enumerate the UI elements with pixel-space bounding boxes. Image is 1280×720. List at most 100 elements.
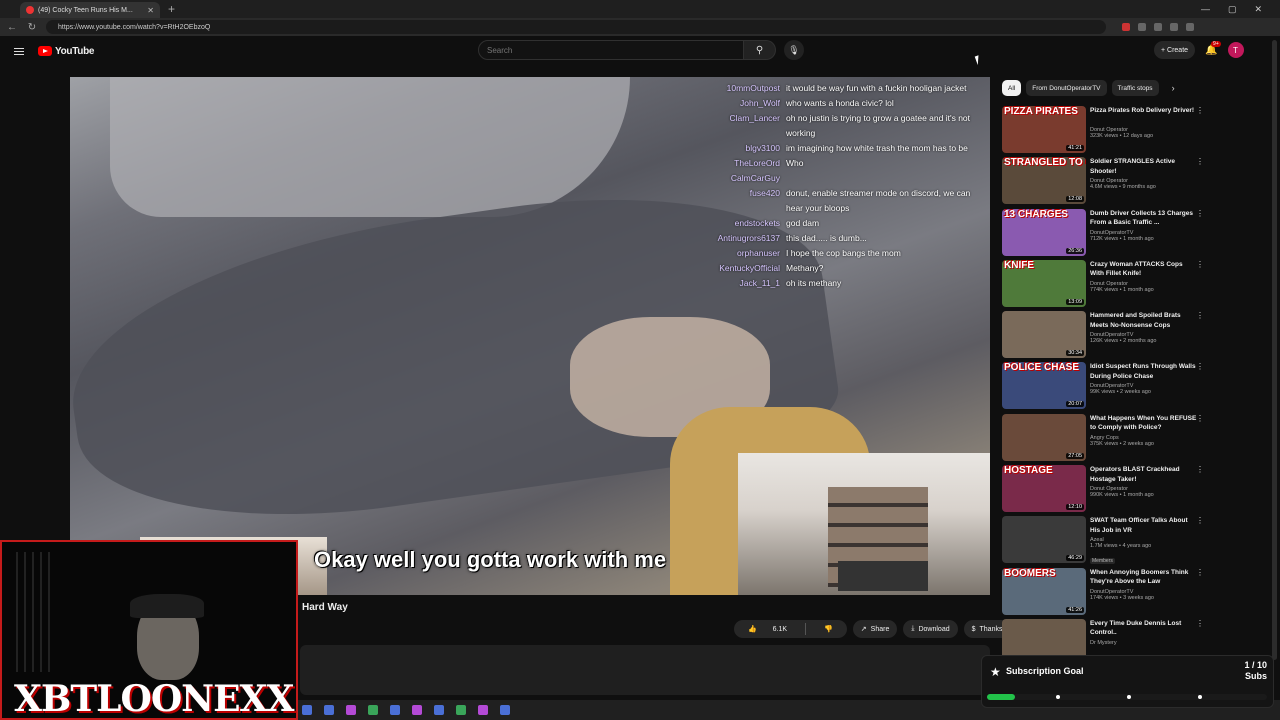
recommendation-item[interactable]: 27:05 What Happens When You REFUSE to Com… [1002,413,1208,465]
browser-tabbar: (49) Cocky Teen Runs His M... ✕ + — ▢ ✕ [0,0,1280,18]
video-frame-car [110,77,630,217]
recommendation-info: SWAT Team Officer Talks About His Job in… [1090,516,1198,567]
video-thumbnail[interactable]: 13 CHARGES 26:36 [1002,208,1086,256]
more-options-icon[interactable]: ⋮ [1196,260,1204,269]
more-options-icon[interactable]: ⋮ [1196,414,1204,423]
recommendation-item[interactable]: HOSTAGE 12:10 Operators BLAST Crackhead Ho… [1002,465,1208,516]
video-thumbnail[interactable]: 30:34 [1002,311,1086,359]
recommendation-title[interactable]: Crazy Woman ATTACKS Cops With Fillet Kni… [1090,260,1198,279]
recommendation-title[interactable]: Every Time Duke Dennis Lost Control.. [1090,619,1198,638]
taskbar-app-icon[interactable] [390,705,400,715]
more-options-icon[interactable]: ⋮ [1196,362,1204,371]
taskbar-app-icon[interactable] [456,705,466,715]
recommendation-title[interactable]: Idiot Suspect Runs Through Walls During … [1090,362,1198,381]
video-thumbnail[interactable]: HOSTAGE 12:10 [1002,465,1086,513]
thumbs-up-icon: 👍 [748,626,757,633]
recommendation-title[interactable]: What Happens When You REFUSE to Comply w… [1090,414,1198,433]
recommendation-title[interactable]: Hammered and Spoiled Brats Meets No-Nons… [1090,311,1198,330]
recommendation-title[interactable]: Pizza Pirates Rob Delivery Driver! [1090,106,1198,125]
recommendation-item[interactable]: 46:29 SWAT Team Officer Talks About His J… [1002,516,1208,567]
more-options-icon[interactable]: ⋮ [1196,465,1204,474]
avatar[interactable]: T [1227,42,1244,58]
search-icon[interactable]: ⚲ [744,40,776,60]
create-button[interactable]: + Create [1154,41,1196,59]
download-button[interactable]: ⤓ Download [903,620,958,638]
chat-username: Jack_11_1 [739,278,780,288]
video-thumbnail[interactable]: PIZZA PIRATES 41:21 [1002,106,1086,153]
video-thumbnail[interactable]: KNIFE 13:09 [1002,259,1086,307]
extension-icon[interactable] [1154,23,1162,31]
share-icon: ↗ [860,626,867,633]
recommendation-title[interactable]: Operators BLAST Crackhead Hostage Taker! [1090,465,1198,484]
taskbar-app-icon[interactable] [324,705,334,715]
chip-traffic-stops[interactable]: Traffic stops [1111,80,1159,96]
taskbar-app-icon[interactable] [500,705,510,715]
taskbar-app-icon[interactable] [368,705,378,715]
browser-tab[interactable]: (49) Cocky Teen Runs His M... ✕ [20,2,160,18]
recommendation-item[interactable]: BOOMERS 41:26 When Annoying Boomers Think … [1002,567,1208,619]
menu-icon[interactable] [14,47,24,55]
taskbar-app-icon[interactable] [412,705,422,715]
thumbnail-text: PIZZA PIRATES [1004,106,1078,117]
chevron-right-icon[interactable]: › [1172,83,1175,93]
close-window-button[interactable]: ✕ [1254,4,1262,15]
new-tab-icon[interactable]: + [168,2,175,16]
recommendation-item[interactable]: STRANGLED TO DEATH 12:08 Soldier STRANGLES… [1002,157,1208,208]
video-meta: 323K views • 12 days ago [1090,133,1154,139]
taskbar-app-icon[interactable] [346,705,356,715]
taskbar-app-icon[interactable] [302,705,312,715]
chat-message: CalmCarGuy [670,171,980,186]
minimize-button[interactable]: — [1201,4,1210,15]
extension-icon[interactable] [1122,23,1130,31]
more-options-icon[interactable]: ⋮ [1196,209,1204,218]
like-button[interactable]: 👍 6.1K [734,620,801,638]
recommendation-item[interactable]: 30:34 Hammered and Spoiled Brats Meets No… [1002,311,1208,362]
more-options-icon[interactable]: ⋮ [1196,157,1204,166]
maximize-button[interactable]: ▢ [1228,4,1237,15]
close-tab-icon[interactable]: ✕ [147,6,154,15]
extension-icon[interactable] [1170,23,1178,31]
chip-from-channel[interactable]: From DonutOperatorTV [1026,80,1107,96]
share-button[interactable]: ↗ Share [852,620,898,638]
extension-icon[interactable] [1138,23,1146,31]
video-thumbnail[interactable]: 46:29 [1002,516,1086,564]
more-options-icon[interactable]: ⋮ [1196,516,1204,525]
recommendation-item[interactable]: KNIFE 13:09 Crazy Woman ATTACKS Cops With … [1002,259,1208,311]
page-scrollbar[interactable] [1272,40,1277,660]
back-icon[interactable]: ← [6,22,18,33]
notifications-bell-icon[interactable]: 🔔 9+ [1205,40,1221,56]
recommendation-title[interactable]: SWAT Team Officer Talks About His Job in… [1090,516,1198,535]
channel-name[interactable]: Dr Mystery [1090,640,1198,646]
youtube-play-icon [38,46,52,56]
profile-icon[interactable] [1186,23,1194,31]
video-thumbnail[interactable]: POLICE CHASE 20:07 [1002,362,1086,410]
video-thumbnail[interactable]: BOOMERS 41:26 [1002,567,1086,615]
video-thumbnail[interactable]: STRANGLED TO DEATH 12:08 [1002,157,1086,205]
taskbar-app-icon[interactable] [478,705,488,715]
recommendation-item[interactable]: POLICE CHASE 20:07 Idiot Suspect Runs Thro… [1002,362,1208,413]
more-options-icon[interactable]: ⋮ [1196,619,1204,628]
microphone-icon[interactable]: 🎙 [784,40,804,60]
url-field[interactable]: https://www.youtube.com/watch?v=RtH2OEbz… [46,20,1106,34]
more-options-icon[interactable]: ⋮ [1196,106,1204,115]
more-options-icon[interactable]: ⋮ [1196,311,1204,320]
youtube-logo[interactable]: YouTube [38,46,95,57]
search-input[interactable] [478,40,744,60]
dislike-button[interactable]: 👎 [810,620,847,638]
recommendation-title[interactable]: Soldier STRANGLES Active Shooter! [1090,157,1198,176]
recommendation-title[interactable]: When Annoying Boomers Think They're Abov… [1090,568,1198,587]
recommendation-title[interactable]: Dumb Driver Collects 13 Charges From a B… [1090,209,1198,228]
video-thumbnail[interactable]: 27:05 [1002,413,1086,461]
more-options-icon[interactable]: ⋮ [1196,568,1204,577]
video-player[interactable]: 10mmOutpost it would be way fun with a fu… [70,77,990,595]
chat-message: KentuckyOfficial Methany? [670,261,980,276]
recommendation-item[interactable]: PIZZA PIRATES 41:21 Pizza Pirates Rob Deli… [1002,106,1208,157]
subscription-count-value: 1 / 10 [1244,660,1267,670]
description-box[interactable] [300,645,990,695]
chat-text: donut, enable streamer mode on discord, … [786,188,971,213]
reload-icon[interactable]: ↻ [26,22,38,33]
recommendation-item[interactable]: 13 CHARGES 26:36 Dumb Driver Collects 13 C… [1002,208,1208,260]
taskbar-app-icon[interactable] [434,705,444,715]
chip-all[interactable]: All [1002,80,1022,96]
chat-message: fuse420 donut, enable streamer mode on di… [670,186,980,216]
